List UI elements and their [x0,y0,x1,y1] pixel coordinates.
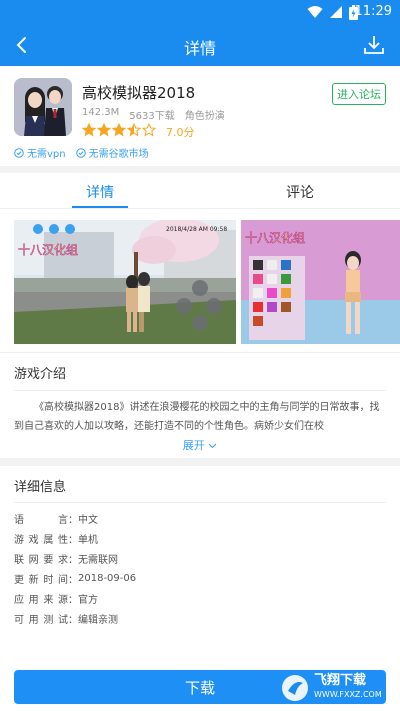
divider [14,502,386,503]
detail-key: 更新时间 [14,574,68,586]
app-size: 142.3M [82,107,120,118]
status-bar: 11:29 [0,0,400,24]
star-half-icon [127,123,141,137]
colon: ： [68,554,78,566]
status-icons [307,4,358,20]
enter-forum-button[interactable]: 进入论坛 [332,83,386,105]
detail-value: 单机 [78,534,98,546]
site-watermark: 飞翔下载 WWW.FXXZ.COM [280,668,392,708]
intro-text: 《高校模拟器2018》讲述在浪漫樱花的校园之中的主角与同学的日常故事，找到自己喜… [14,402,380,432]
tag-no-vpn: 无需vpn [14,145,66,160]
signal-icon [330,6,342,18]
detail-key: 游戏属性 [14,534,68,546]
detail-row-source: 应用来源：官方 [14,588,136,608]
download-manager-icon[interactable] [360,31,388,59]
app-bar: 详情 [0,24,400,66]
tag-no-google-market: 无需谷歌市场 [75,145,149,160]
star-full-icon [97,123,111,137]
app-info-card: 高校模拟器2018 142.3M 5633下载 角色扮演 7.0分 进入论坛 无… [0,66,400,166]
tag-label: 无需vpn [27,149,66,160]
detail-value: 无需联网 [78,554,118,566]
colon: ： [68,574,78,586]
detail-value: 2018-09-06 [78,572,137,584]
tab-comments[interactable]: 评论 [286,182,314,202]
divider [14,390,386,391]
star-empty-icon [142,123,156,137]
colon: ： [68,514,78,526]
app-name: 高校模拟器2018 [82,84,196,102]
screenshot-2-watermark: 十八汉化组 [245,231,305,245]
watermark-logo-icon [282,675,308,701]
detail-key: 可用测试 [14,614,68,626]
screenshot-1-timestamp: 2018/4/28 AM 09:58 [166,226,227,233]
screenshot-gallery: 2018/4/28 AM 09:58 十八汉化组 十八汉化组 [0,209,400,352]
app-category: 角色扮演 [184,111,225,122]
detail-key: 应用来源 [14,594,68,606]
intro-heading: 游戏介绍 [14,367,67,382]
app-tags: 无需vpn 无需谷歌市场 [14,145,149,160]
detail-row-network: 联网要求：无需联网 [14,548,136,568]
rating-score: 7.0分 [166,126,195,139]
detail-key: 联网要求 [14,554,68,566]
screenshot-1[interactable]: 2018/4/28 AM 09:58 十八汉化组 [14,220,236,344]
game-introduction: 游戏介绍 《高校模拟器2018》讲述在浪漫樱花的校园之中的主角与同学的日常故事，… [0,352,400,458]
app-icon[interactable] [14,78,72,136]
tag-label: 无需谷歌市场 [88,149,149,160]
app-meta: 142.3M 5633下载 角色扮演 [82,107,225,122]
watermark-text: 飞翔下载 [314,673,367,688]
expand-button[interactable]: 展开 [0,437,400,453]
star-full-icon [112,123,126,137]
colon: ： [68,594,78,606]
check-circle-icon [14,147,24,158]
clock: 11:29 [354,4,392,19]
tab-details[interactable]: 详情 [86,182,114,202]
screenshot-1-watermark: 十八汉化组 [18,243,78,257]
tab-bar: 详情 评论 [0,173,400,209]
star-full-icon [82,123,96,137]
wifi-icon [307,6,323,18]
detail-key: 语 言 [14,514,68,526]
detail-value: 中文 [78,514,98,526]
detail-value: 官方 [78,594,98,606]
check-circle-icon [75,147,86,158]
screenshot-2[interactable]: 十八汉化组 [241,220,400,344]
detail-rows: 语 言：中文 游戏属性：单机 联网要求：无需联网 更新时间： 2018-09-06… [14,508,136,628]
details-heading: 详细信息 [14,480,67,495]
colon: ： [68,614,78,626]
detail-value: 编辑亲测 [78,614,118,626]
app-downloads: 5633下载 [129,111,175,122]
rating-stars [82,123,156,137]
detail-row-updated: 更新时间： 2018-09-06 [14,568,136,588]
page-title: 详情 [183,39,216,58]
detail-row-tested: 可用测试：编辑亲测 [14,608,136,628]
active-tab-indicator [72,206,128,208]
detail-info: 详细信息 语 言：中文 游戏属性：单机 联网要求：无需联网 更新时间： 2018-… [0,466,400,662]
watermark-url: WWW.FXXZ.COM [314,690,382,699]
expand-label: 展开 [182,439,205,452]
detail-row-language: 语 言：中文 [14,508,136,528]
detail-row-game-type: 游戏属性：单机 [14,528,136,548]
chevron-down-icon [208,443,217,449]
colon: ： [68,534,78,546]
